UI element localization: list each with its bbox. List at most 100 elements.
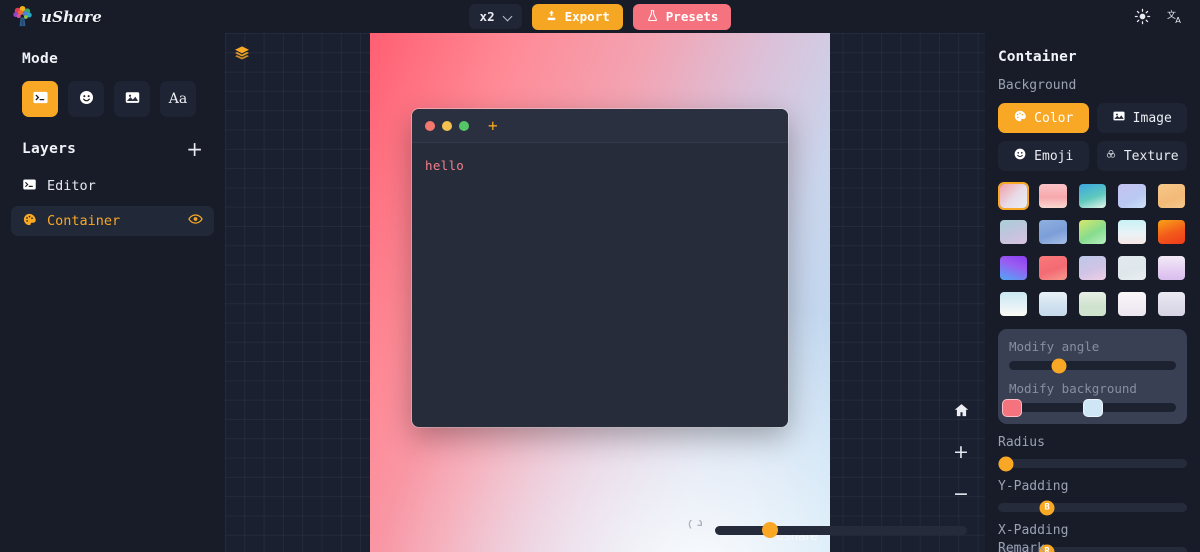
left-sidebar: Mode Aa Layers + Editor Container — [0, 33, 225, 552]
code-text: hello — [425, 158, 465, 173]
modify-angle-slider[interactable] — [1009, 358, 1176, 373]
presets-button[interactable]: Presets — [632, 3, 732, 30]
color-swatch[interactable] — [1116, 182, 1147, 210]
zoom-in-button[interactable]: + — [951, 442, 971, 462]
canvas-zoom-slider[interactable] — [715, 522, 967, 538]
color-swatch[interactable] — [998, 218, 1029, 246]
mode-button-terminal[interactable] — [22, 81, 58, 117]
swatch-fill — [1000, 220, 1028, 244]
color-swatch[interactable] — [1077, 290, 1108, 318]
terminal-icon — [32, 89, 49, 109]
bg-tab-texture[interactable]: Texture — [1096, 141, 1187, 171]
layer-item-container[interactable]: Container — [11, 206, 214, 236]
bg-tab-label: Emoji — [1034, 148, 1074, 164]
background-label: Background — [998, 78, 1077, 93]
property-slider-label: Y-Padding — [998, 479, 1069, 494]
color-swatch[interactable] — [1037, 254, 1068, 282]
swatch-fill — [1078, 184, 1107, 208]
maximize-dot-icon[interactable] — [459, 120, 469, 131]
modify-background-slider[interactable] — [1002, 398, 1176, 417]
color-swatch[interactable] — [1156, 218, 1187, 246]
color-swatch[interactable] — [1077, 218, 1108, 246]
swatch-fill — [1157, 184, 1185, 208]
app-header: uShare x2 Export Presets 文 A — [0, 0, 1200, 33]
bg-tab-color[interactable]: Color — [998, 103, 1089, 133]
zoom-out-button[interactable]: − — [951, 484, 971, 504]
export-button[interactable]: Export — [531, 3, 623, 30]
close-dot-icon[interactable] — [425, 120, 435, 131]
color-swatch[interactable] — [1116, 218, 1147, 246]
bg-tab-label: Texture — [1123, 148, 1179, 164]
swatch-fill — [1039, 292, 1067, 316]
mode-section-title: Mode — [22, 51, 59, 67]
layer-item-editor[interactable]: Editor — [11, 171, 214, 201]
modify-angle-label: Modify angle — [1009, 339, 1100, 354]
mode-button-image[interactable] — [114, 81, 150, 117]
mode-button-emoji[interactable] — [68, 81, 104, 117]
color-swatch[interactable] — [998, 182, 1030, 210]
palette-icon — [1013, 109, 1027, 127]
eye-icon[interactable] — [188, 213, 203, 229]
color-swatch[interactable] — [1077, 182, 1108, 210]
swatch-fill — [1157, 220, 1185, 244]
minimize-dot-icon[interactable] — [442, 120, 452, 131]
modify-card: Modify angle Modify background — [998, 329, 1187, 424]
slider-thumb[interactable]: B — [1039, 500, 1055, 515]
bg-tab-emoji[interactable]: Emoji — [998, 141, 1089, 171]
add-layer-button[interactable]: + — [186, 139, 203, 159]
color-swatch[interactable] — [1156, 182, 1187, 210]
slider[interactable] — [998, 456, 1187, 471]
artboard[interactable]: + hello ushare — [370, 33, 830, 552]
color-swatch[interactable] — [998, 290, 1029, 318]
gradient-stop-thumb-2[interactable] — [1082, 398, 1103, 417]
translate-icon[interactable]: 文 A — [1167, 8, 1184, 25]
bg-tab-label: Color — [1034, 110, 1074, 126]
tree-avatar-logo-icon — [11, 5, 34, 28]
color-swatch[interactable] — [1116, 254, 1147, 282]
refresh-icon[interactable] — [688, 517, 704, 540]
layer-item-label: Editor — [47, 178, 96, 194]
add-tab-plus-icon[interactable]: + — [488, 117, 498, 134]
layers-header: Layers + — [0, 117, 225, 159]
header-center-group: x2 Export Presets — [0, 0, 1200, 33]
swatch-fill — [1039, 184, 1067, 208]
color-swatch[interactable] — [1077, 254, 1108, 282]
color-swatch[interactable] — [1037, 182, 1068, 210]
home-icon[interactable] — [951, 400, 971, 420]
brand-name: uShare — [41, 7, 103, 26]
bg-tab-image[interactable]: Image — [1096, 103, 1187, 133]
zoom-scale-select[interactable]: x2 — [468, 4, 522, 29]
color-swatch[interactable] — [1116, 290, 1147, 318]
swatch-fill — [1039, 256, 1067, 280]
swatch-fill — [1157, 292, 1185, 316]
slider-thumb[interactable] — [1051, 358, 1067, 373]
code-window-body[interactable]: hello — [412, 143, 788, 188]
color-swatch[interactable] — [1156, 290, 1187, 318]
slider-thumb[interactable] — [762, 522, 779, 538]
code-window[interactable]: + hello — [412, 109, 788, 427]
zoom-in-label: + — [953, 440, 969, 463]
brand[interactable]: uShare — [0, 5, 102, 28]
slider[interactable]: B — [998, 500, 1187, 515]
image-icon — [124, 89, 141, 109]
mode-button-text[interactable]: Aa — [160, 81, 196, 117]
sun-icon[interactable] — [1134, 8, 1151, 25]
color-swatch[interactable] — [1037, 290, 1068, 318]
swatch-fill — [1078, 220, 1107, 244]
property-slider-label: X-Padding — [998, 523, 1069, 538]
gradient-stop-thumb-1[interactable] — [1002, 398, 1023, 417]
color-swatch[interactable] — [1156, 254, 1187, 282]
mode-button-group: Aa — [0, 67, 225, 117]
panel-title: Container — [998, 49, 1077, 65]
canvas-area[interactable]: + hello ushare + − — [225, 33, 985, 552]
layers-stack-icon[interactable] — [234, 45, 250, 65]
slider-track — [1009, 361, 1176, 370]
texture-icon — [1105, 148, 1117, 164]
swatch-fill — [1039, 220, 1067, 244]
slider-thumb[interactable] — [998, 456, 1014, 471]
app-root: uShare x2 Export Presets 文 A Mode Aa Lay… — [0, 0, 1200, 552]
color-swatch[interactable] — [998, 254, 1029, 282]
layers-section-title: Layers — [22, 141, 77, 157]
swatch-fill — [1157, 256, 1185, 280]
color-swatch[interactable] — [1037, 218, 1068, 246]
